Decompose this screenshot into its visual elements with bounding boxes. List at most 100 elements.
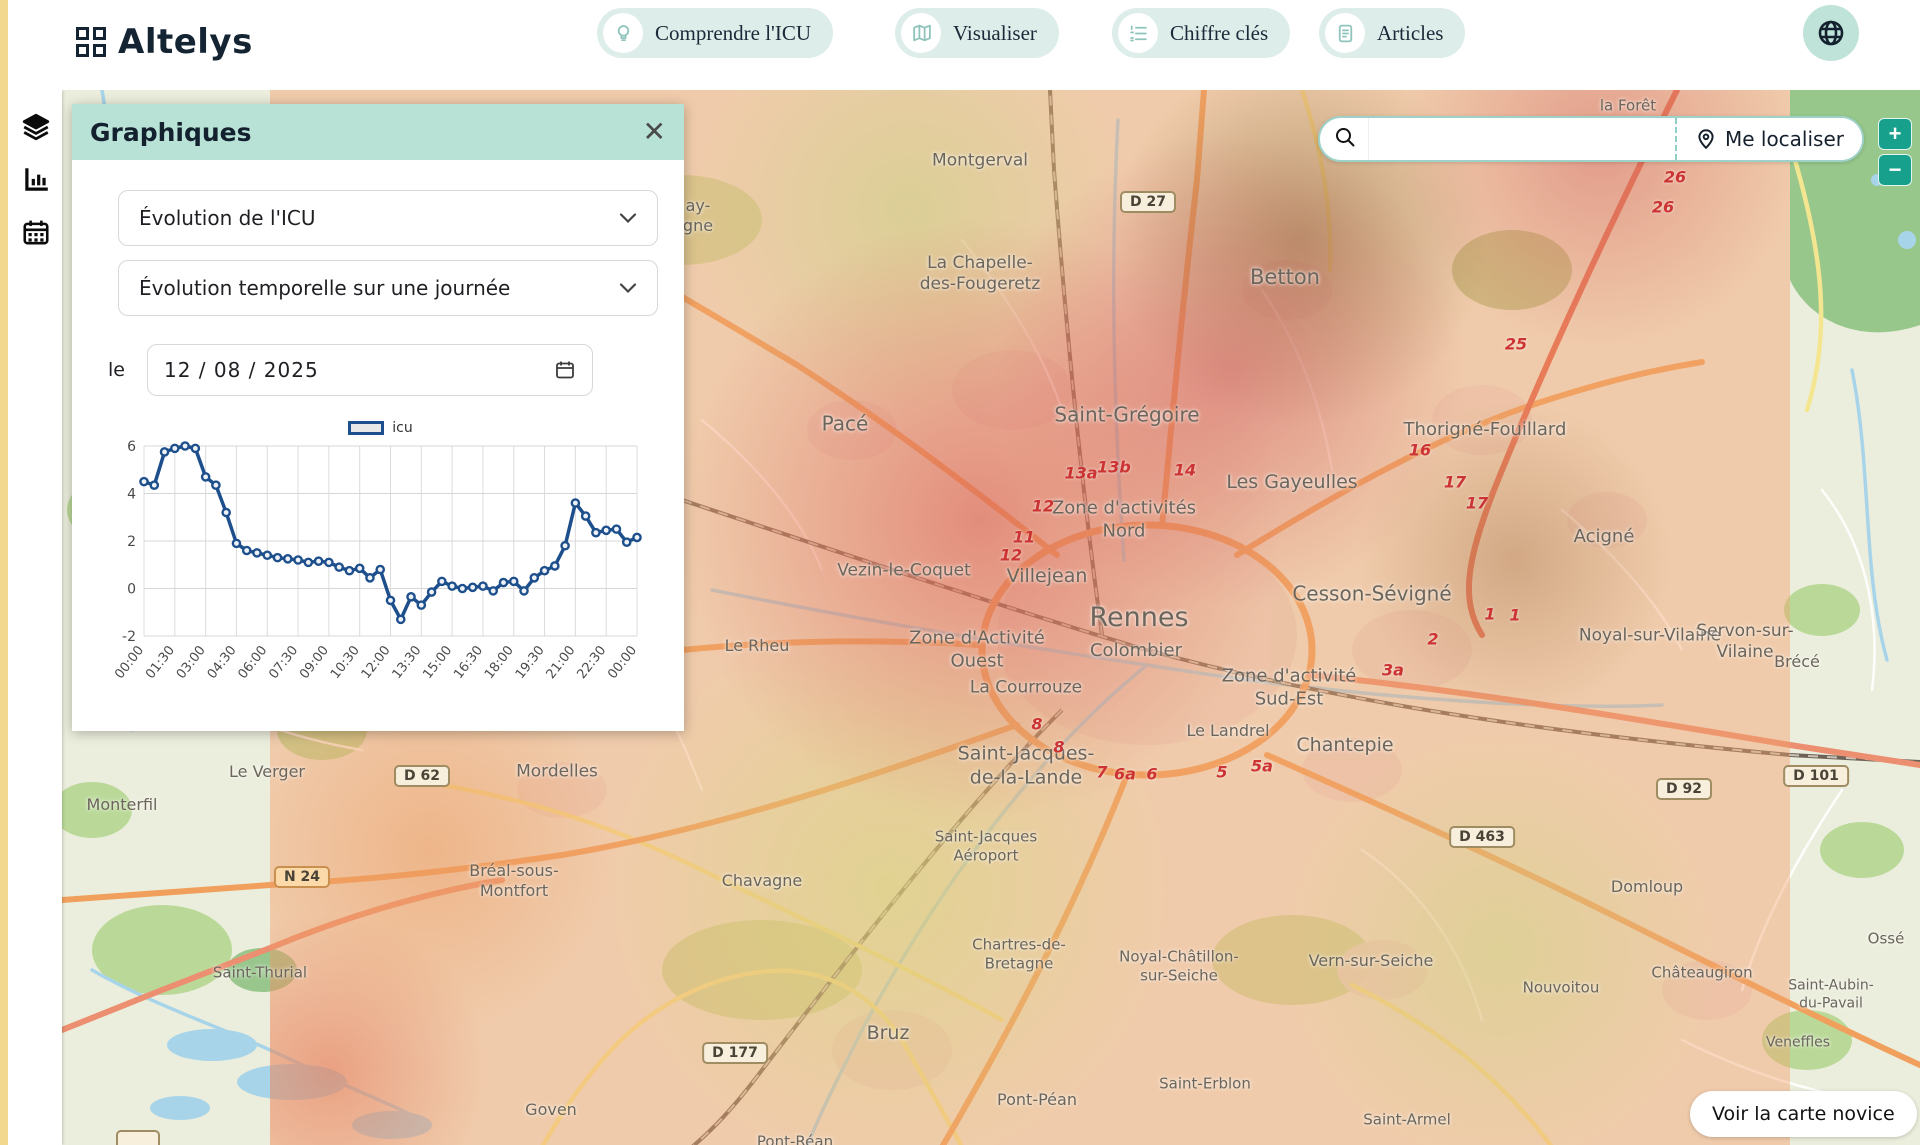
lightbulb-icon [603, 13, 643, 53]
novice-map-button[interactable]: Voir la carte novice [1690, 1091, 1917, 1137]
nav-chiffre-cles[interactable]: Chiffre clés [1112, 8, 1290, 58]
metric-dropdown[interactable]: Évolution de l'ICU [118, 190, 658, 246]
map-town-label: Le Verger [229, 762, 305, 782]
numbered-list-icon [1118, 13, 1158, 53]
nav-articles[interactable]: Articles [1319, 8, 1465, 58]
road-shield: D 463 [1449, 826, 1515, 848]
search-icon [1334, 126, 1356, 152]
svg-text:09:00: 09:00 [297, 643, 332, 682]
language-globe-button[interactable] [1803, 5, 1859, 61]
map-town-label: Mordelles [516, 761, 598, 782]
calendar-icon[interactable] [21, 218, 51, 248]
motorway-exit-number: 3a [1382, 661, 1404, 680]
motorway-exit-number: 13b [1097, 458, 1131, 477]
map-town-label: Nouvoitou [1523, 979, 1600, 998]
graph-panel: Graphiques ✕ Évolution de l'ICU Évolutio… [72, 104, 684, 731]
icu-chart: icu -2024600:0001:3003:0004:3006:0007:30… [108, 420, 653, 720]
article-icon [1325, 13, 1365, 53]
map-town-label: Châteaugiron [1651, 964, 1752, 983]
map-town-label: Villejean [1007, 565, 1088, 589]
map-town-label: Pont-Péan [997, 1090, 1077, 1110]
motorway-exit-number: 2 [1427, 630, 1438, 649]
svg-text:03:00: 03:00 [174, 643, 209, 682]
date-input[interactable]: 12 / 08 / 2025 [147, 344, 593, 396]
svg-text:15:00: 15:00 [420, 643, 455, 682]
svg-text:01:30: 01:30 [143, 643, 178, 682]
motorway-exit-number: 17 [1444, 473, 1466, 492]
map-town-label: Saint-Thurial [213, 964, 307, 983]
nav-label: Comprendre l'ICU [655, 21, 811, 46]
map-town-label: Le Rheu [725, 636, 790, 656]
svg-text:04:30: 04:30 [205, 643, 240, 682]
app-header: Altelys Comprendre l'ICU Visualiser Chif… [0, 0, 1920, 90]
motorway-exit-number: 16 [1409, 441, 1431, 460]
map-town-label: Saint-Jacques- de-la-Lande [958, 742, 1095, 790]
svg-text:0: 0 [127, 582, 136, 598]
nav-visualiser[interactable]: Visualiser [895, 8, 1059, 58]
map-town-label: Saint-Grégoire [1054, 403, 1199, 428]
map-town-label: Les Gayeulles [1226, 471, 1357, 495]
map-town-label: ay- gne [683, 196, 713, 236]
map-town-label: Goven [525, 1100, 577, 1120]
bar-chart-icon[interactable] [21, 165, 51, 195]
map-town-label: Colombier [1090, 640, 1182, 663]
map-town-label: Chartres-de- Bretagne [972, 935, 1066, 973]
view-dropdown-value: Évolution temporelle sur une journée [139, 276, 510, 300]
map-town-label: Vezin-le-Coquet [837, 560, 971, 581]
road-shield: D 92 [1656, 778, 1712, 800]
date-prefix-label: le [108, 359, 125, 381]
map-town-label: Veneffles [1766, 1034, 1830, 1052]
svg-text:06:00: 06:00 [236, 643, 271, 682]
road-shield: D 27 [1120, 191, 1176, 213]
layers-icon[interactable] [21, 112, 51, 142]
search-input[interactable] [1368, 118, 1675, 160]
motorway-exit-number: 25 [1505, 335, 1527, 354]
motorway-exit-number: 12 [1000, 546, 1022, 565]
map-town-label: Saint-Armel [1363, 1111, 1451, 1130]
map-town-label: Saint-Erblon [1159, 1075, 1251, 1094]
map-town-label: La Chapelle- des-Fougeretz [920, 253, 1041, 296]
globe-icon [1814, 16, 1848, 50]
locate-me-label: Me localiser [1725, 127, 1844, 151]
motorway-exit-number: 14 [1174, 461, 1196, 480]
motorway-exit-number: 5 [1216, 763, 1227, 782]
map-town-label: Thorigné-Fouillard [1404, 419, 1567, 442]
metric-dropdown-value: Évolution de l'ICU [139, 206, 316, 230]
chart-plot-area: -2024600:0001:3003:0004:3006:0007:3009:0… [108, 438, 653, 720]
map-town-label: Monterfil [87, 795, 158, 815]
svg-text:00:00: 00:00 [112, 643, 147, 682]
svg-text:10:30: 10:30 [328, 643, 363, 682]
road-shield: D 177 [702, 1042, 768, 1064]
logo-text: Altelys [118, 22, 253, 62]
svg-text:2: 2 [127, 534, 136, 550]
motorway-exit-number: 7 [1096, 763, 1107, 782]
zoom-in-button[interactable]: + [1878, 118, 1912, 150]
nav-label: Visualiser [953, 21, 1037, 46]
map-town-label: Acigné [1574, 526, 1635, 549]
svg-text:-2: -2 [122, 629, 136, 645]
svg-text:00:00: 00:00 [605, 643, 640, 682]
motorway-exit-number: 6 [1146, 765, 1157, 784]
svg-text:19:30: 19:30 [513, 643, 548, 682]
map-icon [901, 13, 941, 53]
nav-label: Articles [1377, 21, 1443, 46]
motorway-exit-number: 12 [1032, 497, 1054, 516]
motorway-exit-number: 17 [1466, 494, 1488, 513]
view-dropdown[interactable]: Évolution temporelle sur une journée [118, 260, 658, 316]
location-pin-icon [1695, 128, 1717, 150]
locate-me-button[interactable]: Me localiser [1675, 118, 1862, 160]
close-icon[interactable]: ✕ [643, 118, 666, 146]
map-town-label: Pacé [822, 412, 869, 437]
svg-text:6: 6 [127, 439, 136, 455]
svg-text:18:00: 18:00 [482, 643, 517, 682]
map-town-label: Zone d'Activité Ouest [909, 628, 1045, 673]
road-shield: D 101 [1783, 765, 1849, 787]
zoom-out-button[interactable]: − [1878, 154, 1912, 186]
calendar-picker-icon [554, 359, 576, 381]
nav-comprendre-icu[interactable]: Comprendre l'ICU [597, 8, 833, 58]
map-town-label: Montgerval [932, 150, 1028, 171]
chevron-down-icon [619, 212, 637, 224]
map-town-label: Ossé [1868, 930, 1905, 949]
map-town-label: Bruz [867, 1022, 910, 1046]
map-town-label: La Courrouze [970, 677, 1082, 698]
